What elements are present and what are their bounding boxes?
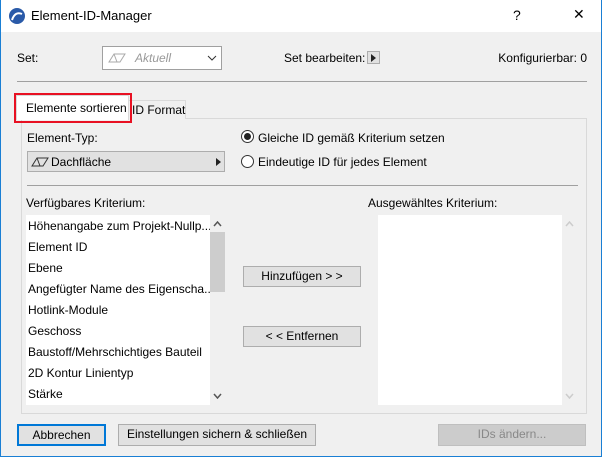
radio-same-id[interactable] [241,130,254,143]
roof-icon [31,157,49,167]
available-scrollbar[interactable] [210,215,225,405]
element-type-value: Dachfläche [51,155,112,169]
app-logo-icon [9,8,25,24]
scroll-up-icon [565,221,574,227]
scroll-up-icon[interactable] [213,221,222,227]
save-close-button[interactable]: Einstellungen sichern & schließen [118,424,316,446]
list-item[interactable]: Hotlink-Module [26,300,210,321]
set-edit-button[interactable] [367,51,380,64]
list-item[interactable]: Baustoff/Mehrschichtiges Bauteil [26,342,210,363]
radio-unique-id[interactable] [241,155,254,168]
title-bar: Element-ID-Manager ? ✕ [1,0,601,32]
scrollbar-thumb[interactable] [210,232,225,292]
radio-unique-id-label: Eindeutige ID für jedes Element [258,155,427,169]
add-button[interactable]: Hinzufügen > > [243,266,361,287]
list-item[interactable]: Höhenangabe zum Projekt-Nullp... [26,216,210,237]
set-value: Aktuell [135,51,172,65]
roof-icon [108,53,126,63]
list-item[interactable]: Ebene [26,258,210,279]
selected-label: Ausgewähltes Kriterium: [368,196,498,210]
close-button[interactable]: ✕ [573,6,585,23]
divider [27,185,578,186]
remove-button[interactable]: < < Entfernen [243,326,361,347]
element-type-button[interactable]: Dachfläche [27,151,225,172]
selected-list[interactable] [378,215,562,405]
tab-label: ID Format [132,103,186,117]
chevron-down-icon [207,55,217,61]
help-button[interactable]: ? [513,7,521,23]
scroll-down-icon [565,393,574,399]
selected-scrollbar [562,215,577,405]
play-arrow-icon [371,54,376,62]
cancel-button[interactable]: Abbrechen [17,424,106,446]
set-edit-label: Set bearbeiten: [284,51,366,65]
set-dropdown[interactable]: Aktuell [102,46,222,70]
set-label: Set: [17,51,39,65]
list-item[interactable]: Element ID [26,237,210,258]
element-type-label: Element-Typ: [27,131,98,145]
highlight-box [14,93,132,123]
list-item[interactable]: Geschoss [26,321,210,342]
tab-id-format[interactable]: ID Format [128,100,186,119]
change-ids-button: IDs ändern... [438,424,586,446]
radio-same-id-label: Gleiche ID gemäß Kriterium setzen [258,131,445,145]
window-title: Element-ID-Manager [31,8,152,23]
element-id-manager-dialog: Element-ID-Manager ? ✕ Set: Aktuell Set … [0,0,602,457]
play-arrow-icon [216,158,221,166]
list-item[interactable]: Stärke [26,384,210,405]
available-label: Verfügbares Kriterium: [26,196,146,210]
configurable-count: Konfigurierbar: 0 [498,51,587,65]
divider [17,81,587,82]
list-item[interactable]: Angefügter Name des Eigenscha... [26,279,210,300]
available-list[interactable]: Höhenangabe zum Projekt-Nullp... Element… [26,215,210,405]
list-item[interactable]: 2D Kontur Linientyp [26,363,210,384]
scroll-down-icon[interactable] [213,393,222,399]
